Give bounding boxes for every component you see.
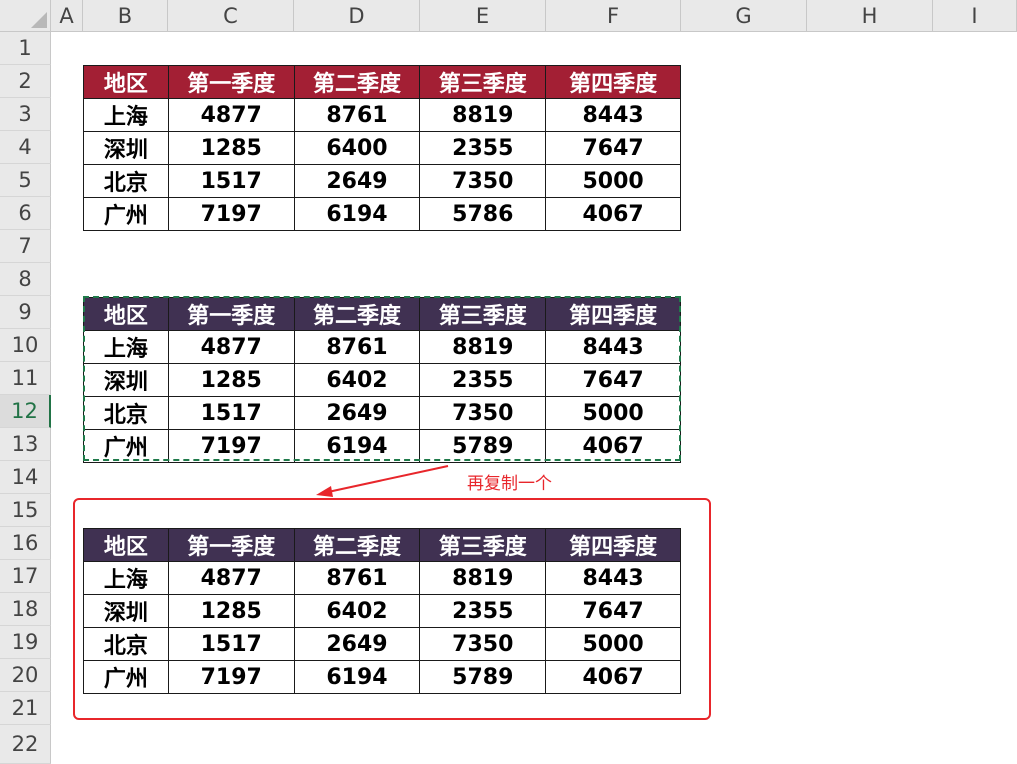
spreadsheet: A B C D E F G H I 1 2 3 4 5 6 7 8 9 10 11 12 13 14 15 1… — [0, 0, 1017, 764]
annotation-arrow-icon — [316, 465, 449, 497]
